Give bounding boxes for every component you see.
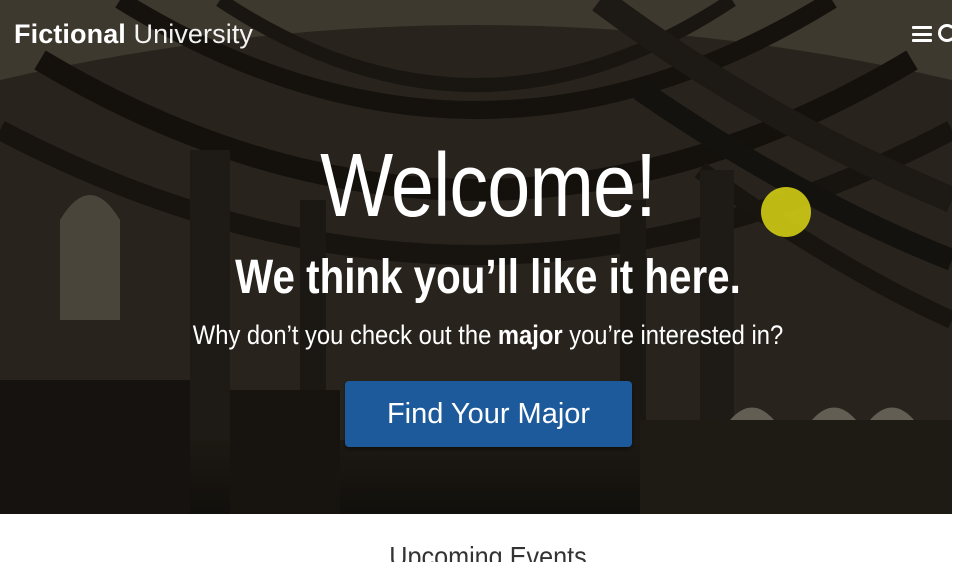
cursor-highlight (761, 187, 811, 237)
scrollbar-gutter (952, 0, 958, 562)
logo-text-bold: Fictional (14, 19, 126, 49)
hero-lead-after: you’re interested in? (562, 320, 784, 350)
search-icon[interactable] (938, 24, 952, 42)
hero-lead-before: Why don’t you check out the (192, 320, 498, 350)
hero-banner: Fictional University Welcome! We think y… (0, 0, 952, 514)
find-your-major-button[interactable]: Find Your Major (345, 381, 632, 447)
hero-lead-text: Why don’t you check out the major you’re… (59, 318, 918, 352)
hamburger-menu-icon[interactable] (912, 26, 932, 42)
page: Fictional University Welcome! We think y… (0, 0, 958, 562)
hero-subtitle: We think you’ll like it here. (235, 251, 741, 304)
hero-lead-strong: major (497, 320, 563, 350)
site-logo[interactable]: Fictional University (14, 18, 253, 50)
upcoming-events-title: Upcoming Events (389, 541, 587, 562)
upcoming-events-section: Upcoming Events (0, 514, 952, 562)
logo-text-light: University (133, 19, 254, 49)
